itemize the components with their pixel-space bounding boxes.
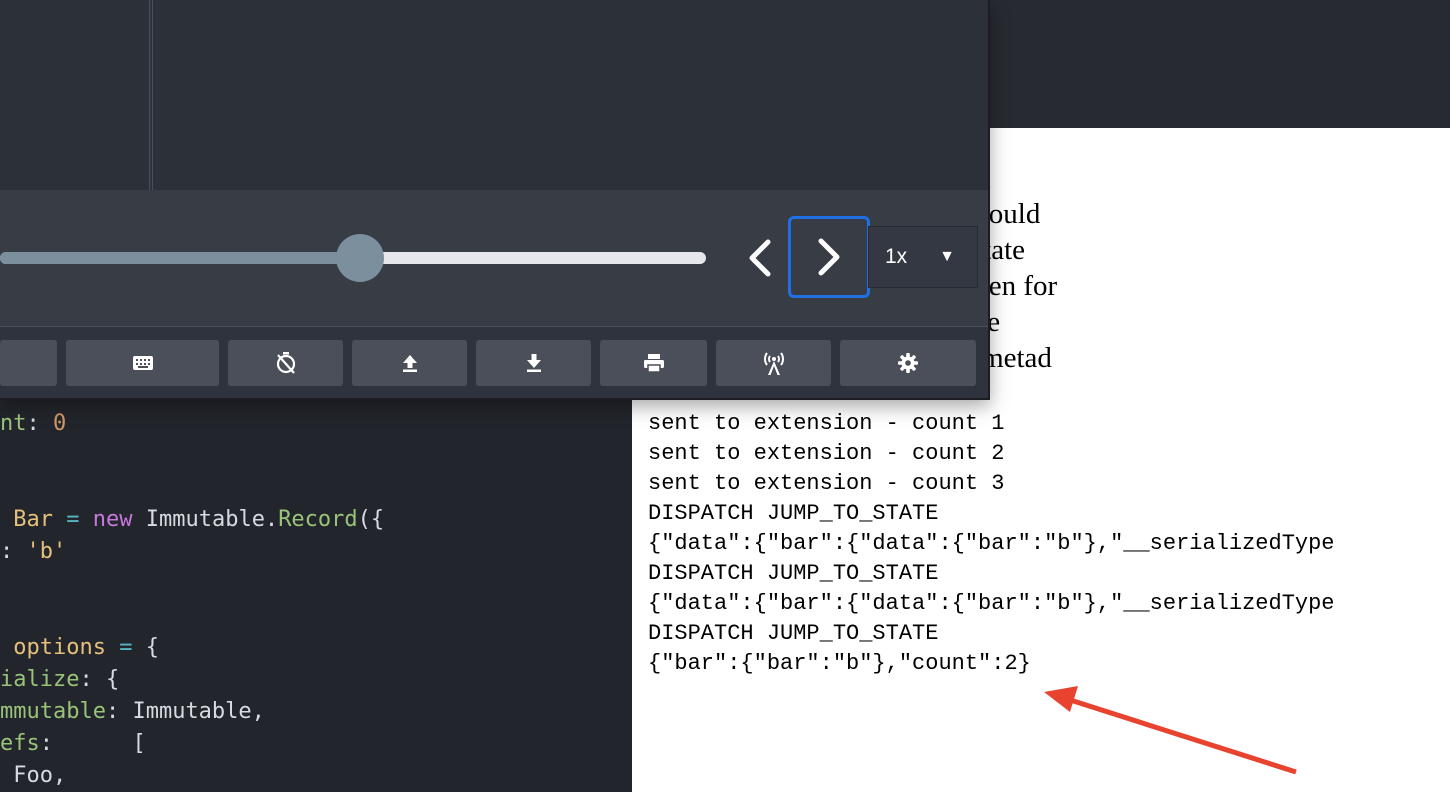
- code-token: : {: [79, 667, 120, 692]
- code-token: {: [145, 635, 159, 660]
- action-list-panel[interactable]: [0, 0, 149, 190]
- code-token: efs: [0, 731, 40, 756]
- import-button[interactable]: [352, 340, 467, 386]
- code-line: mmutable: Immutable,: [0, 696, 265, 728]
- code-token: 'b': [26, 539, 67, 564]
- code-token: : Immutable,: [105, 699, 265, 724]
- chevron-right-icon: [818, 238, 840, 276]
- export-button[interactable]: [476, 340, 591, 386]
- persist-timer-button[interactable]: [228, 340, 343, 386]
- code-line: Foo,: [0, 760, 66, 792]
- code-token: mmutable: [0, 699, 106, 724]
- inspector-panel[interactable]: [153, 0, 988, 190]
- keyboard-icon: [132, 356, 153, 370]
- code-line: nt: 0: [0, 408, 66, 440]
- code-token: options: [0, 635, 106, 660]
- download-icon: [526, 354, 541, 372]
- chevron-left-icon: [749, 239, 771, 277]
- remote-broadcast-icon: [763, 352, 784, 375]
- next-state-button[interactable]: [788, 216, 870, 298]
- toolbar-button-partial[interactable]: [0, 340, 57, 386]
- code-editor[interactable]: nt: 0 Bar = new Immutable.Record({: 'b' …: [0, 390, 632, 792]
- code-token: new: [92, 507, 133, 532]
- caret-down-icon: ▼: [939, 248, 955, 265]
- previous-state-button[interactable]: [738, 228, 782, 288]
- window-background-strip: [988, 0, 1450, 128]
- code-token: 0: [53, 411, 67, 436]
- code-token: Bar: [0, 507, 53, 532]
- code-token: Immutable.: [132, 507, 279, 532]
- code-token: Foo,: [0, 763, 67, 788]
- code-token: :: [0, 539, 27, 564]
- timeline-slider-fill: [0, 252, 361, 264]
- devtools-toolbar: [0, 327, 988, 398]
- settings-button[interactable]: [840, 340, 976, 386]
- redux-devtools-window: 1x ▼: [0, 0, 990, 400]
- timeline-slider-thumb[interactable]: [336, 234, 385, 282]
- code-line: ialize: {: [0, 664, 119, 696]
- playback-speed-value: 1x: [885, 245, 908, 268]
- print-button[interactable]: [600, 340, 707, 386]
- code-token: =: [52, 507, 93, 532]
- code-token: ({: [357, 507, 385, 532]
- code-token: ialize: [0, 667, 80, 692]
- upload-icon: [402, 355, 417, 372]
- keyboard-button[interactable]: [66, 340, 219, 386]
- timer-off-icon: [276, 352, 295, 374]
- code-token: : [: [39, 731, 146, 756]
- gear-icon: [898, 353, 918, 373]
- remote-button[interactable]: [716, 340, 831, 386]
- code-line: Bar = new Immutable.Record({: [0, 504, 384, 536]
- print-icon: [643, 354, 664, 372]
- arrow-shaft: [1063, 695, 1297, 775]
- code-line: options = {: [0, 632, 159, 664]
- code-line: : 'b': [0, 536, 66, 568]
- code-token: =: [105, 635, 146, 660]
- code-line: efs: [: [0, 728, 146, 760]
- arrow-head: [1044, 686, 1078, 712]
- code-token: Record: [278, 507, 358, 532]
- code-token: nt: [0, 411, 27, 436]
- code-token: :: [26, 411, 53, 436]
- playback-speed-select[interactable]: 1x ▼: [868, 226, 978, 288]
